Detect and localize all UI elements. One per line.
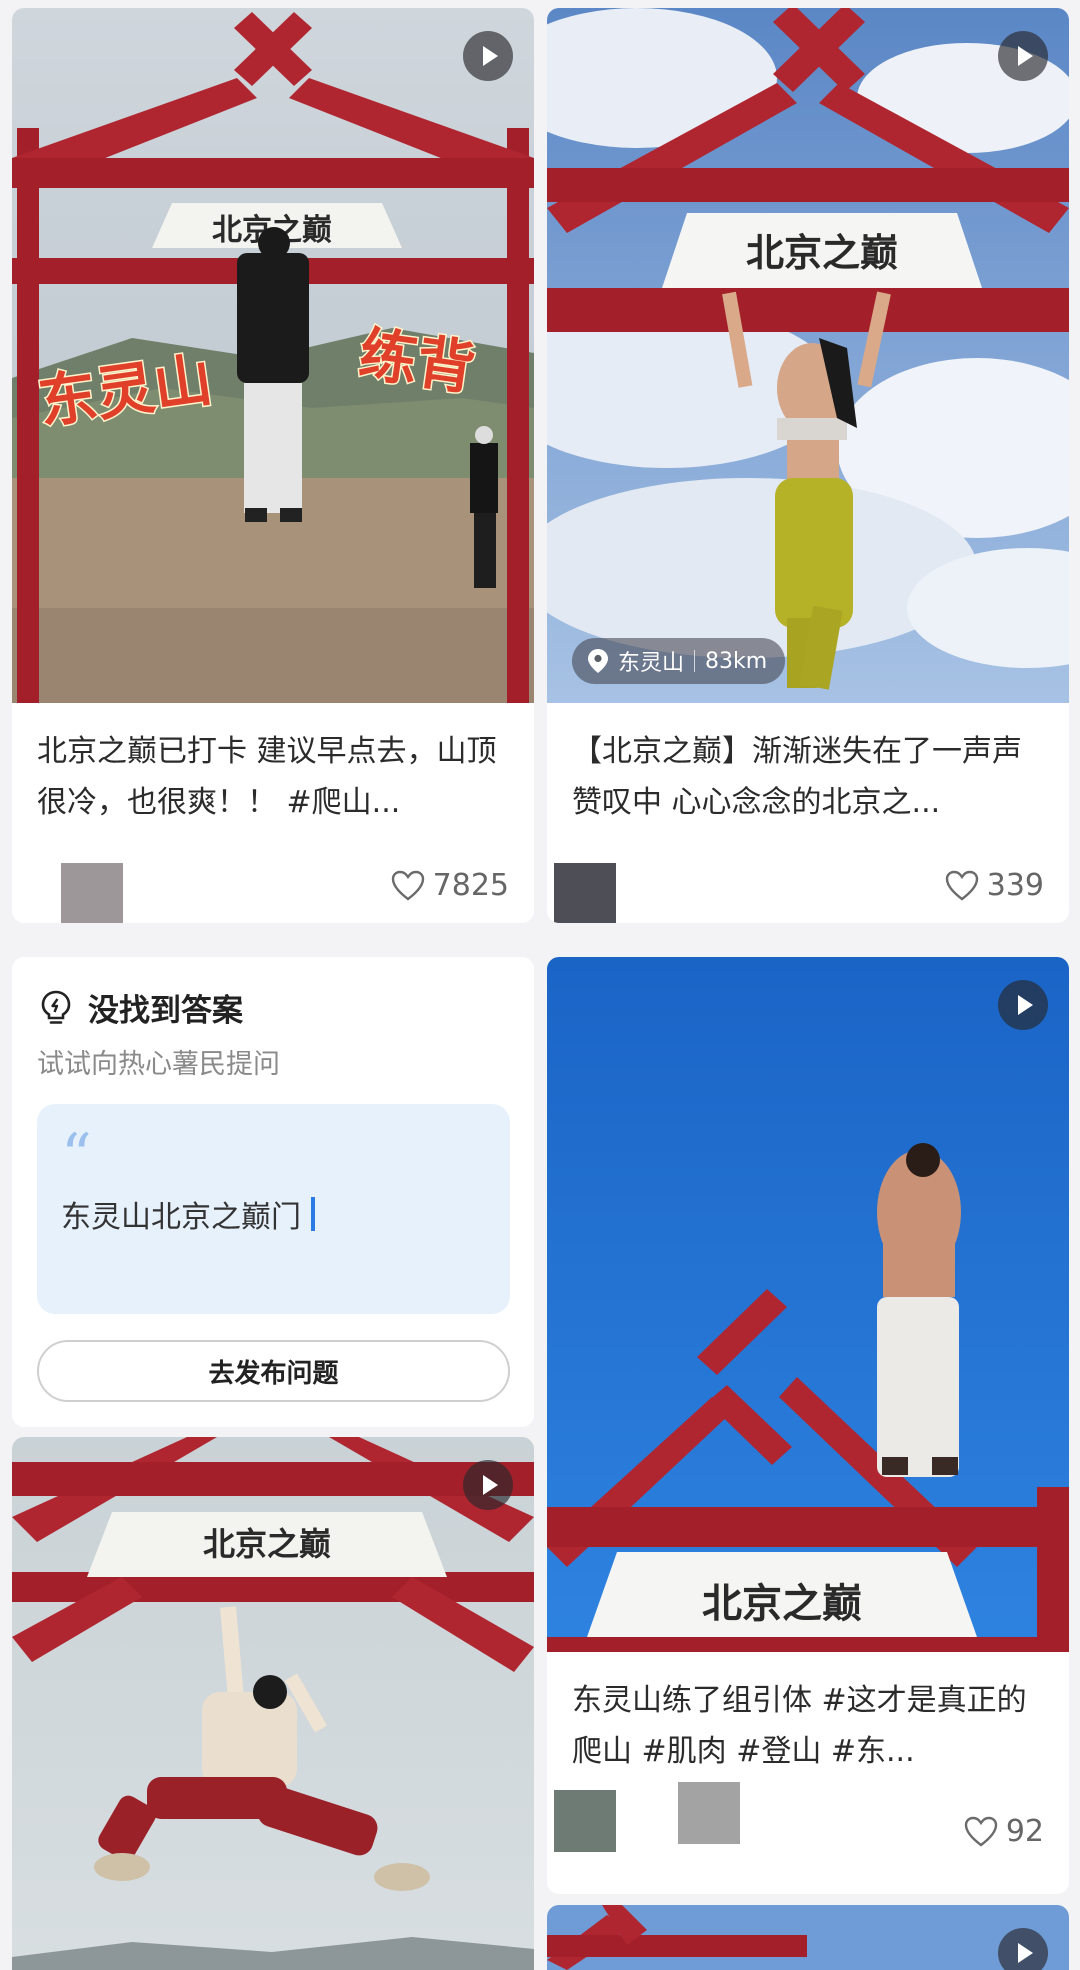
- play-icon[interactable]: [463, 31, 513, 81]
- note-card-4[interactable]: 北京之巅: [12, 1437, 534, 1970]
- heart-icon: [391, 870, 424, 901]
- like-button-1[interactable]: 7825: [391, 868, 509, 903]
- note-cover-3[interactable]: 北京之巅: [547, 957, 1069, 1652]
- location-name: 东灵山: [618, 651, 685, 676]
- play-icon[interactable]: [998, 1928, 1048, 1970]
- heart-icon: [945, 870, 978, 901]
- note-cover-1[interactable]: 北京之巅 东灵山 练背: [12, 8, 534, 703]
- heart-icon: [964, 1816, 998, 1847]
- note-cover-4[interactable]: 北京之巅: [12, 1437, 534, 1970]
- location-distance: 83km: [705, 648, 768, 674]
- play-icon[interactable]: [998, 31, 1048, 81]
- note-cover-5[interactable]: [547, 1905, 1069, 1970]
- question-preview-text: 东灵山北京之巅门: [61, 1192, 315, 1236]
- ask-card-header: 没找到答案: [40, 985, 243, 1030]
- ask-card-subtitle: 试试向热心薯民提问: [37, 1049, 280, 1080]
- question-query: 东灵山北京之巅门: [61, 1200, 301, 1235]
- note-cover-2[interactable]: 北京之巅 东灵山 83km: [547, 8, 1069, 703]
- location-badge[interactable]: 东灵山 83km: [572, 638, 786, 684]
- author-avatar-3a[interactable]: [554, 1790, 616, 1852]
- sign-text-4: 北京之巅: [203, 1525, 331, 1563]
- like-count-1: 7825: [432, 868, 509, 903]
- quote-icon: “: [61, 1121, 92, 1191]
- note-card-3[interactable]: 北京之巅 东灵山练了组引体 #这才是真正的爬山 #肌肉 #登山 #东... 92: [547, 957, 1069, 1894]
- sign-text-3: 北京之巅: [702, 1580, 862, 1627]
- ask-card-title: 没找到答案: [88, 993, 243, 1029]
- like-count-2: 339: [986, 868, 1044, 903]
- location-pin-icon: [588, 649, 608, 673]
- play-icon[interactable]: [998, 980, 1048, 1030]
- author-avatar-3b[interactable]: [678, 1782, 740, 1844]
- location-divider: [694, 650, 696, 672]
- like-button-2[interactable]: 339: [945, 868, 1044, 903]
- question-preview-box[interactable]: “ 东灵山北京之巅门: [37, 1104, 510, 1314]
- play-icon[interactable]: [463, 1460, 513, 1510]
- sign-text-2: 北京之巅: [746, 230, 898, 275]
- author-avatar-1[interactable]: [61, 863, 123, 923]
- note-title-3[interactable]: 东灵山练了组引体 #这才是真正的爬山 #肌肉 #登山 #东...: [572, 1675, 1044, 1777]
- ask-question-card: 没找到答案 试试向热心薯民提问 “ 东灵山北京之巅门 去发布问题: [12, 957, 534, 1427]
- like-button-3[interactable]: 92: [964, 1814, 1044, 1849]
- publish-question-button[interactable]: 去发布问题: [37, 1340, 510, 1402]
- like-count-3: 92: [1005, 1814, 1044, 1849]
- lightbulb-icon: [41, 990, 71, 1024]
- note-title-2[interactable]: 【北京之巅】渐渐迷失在了一声声赞叹中 心心念念的北京之...: [572, 726, 1044, 828]
- note-card-2[interactable]: 北京之巅 东灵山 83km 【北京之巅】渐渐迷失在了一声声赞叹中 心心念念的北京…: [547, 8, 1069, 923]
- notes-feed: 北京之巅 东灵山 练背 北京之巅已打卡 建议早点去，山顶很冷，也很爽！！ #爬山…: [0, 0, 1080, 1970]
- note-title-1[interactable]: 北京之巅已打卡 建议早点去，山顶很冷，也很爽！！ #爬山...: [37, 726, 509, 828]
- author-avatar-2[interactable]: [554, 863, 616, 923]
- note-card-5[interactable]: [547, 1905, 1069, 1970]
- text-caret: [311, 1197, 315, 1231]
- note-card-1[interactable]: 北京之巅 东灵山 练背 北京之巅已打卡 建议早点去，山顶很冷，也很爽！！ #爬山…: [12, 8, 534, 923]
